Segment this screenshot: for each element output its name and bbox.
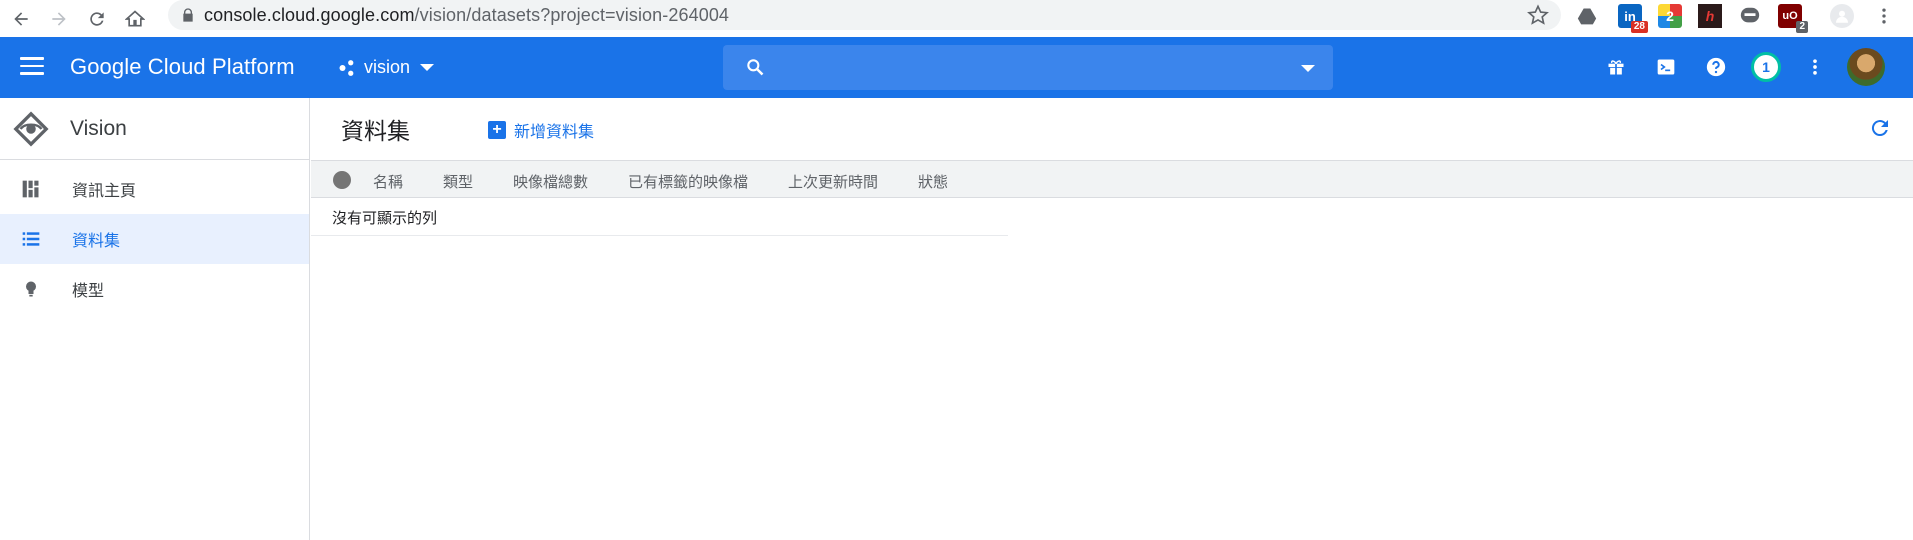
empty-table-message: 沒有可顯示的列 [311, 198, 1008, 236]
ublock-icon[interactable]: uO 2 [1778, 4, 1808, 33]
search-dropdown-icon[interactable] [1301, 65, 1315, 72]
linkedin-icon[interactable]: in 28 [1618, 4, 1648, 33]
column-header-status[interactable]: 狀態 [918, 171, 948, 192]
extension-h-icon[interactable]: h [1698, 4, 1722, 28]
project-selector[interactable]: vision [338, 57, 435, 78]
gift-icon[interactable] [1604, 55, 1628, 79]
list-icon [20, 228, 42, 250]
sidebar-item-label: 模型 [72, 283, 105, 300]
create-dataset-button[interactable]: + 新增資料集 [488, 118, 594, 142]
cloud-shell-icon[interactable] [1654, 55, 1678, 79]
browser-menu-icon[interactable] [1872, 4, 1896, 28]
sidebar-item-dashboard[interactable]: 資訊主頁 [0, 164, 309, 214]
more-vert-icon[interactable] [1803, 55, 1827, 79]
address-bar[interactable]: console.cloud.google.com/vision/datasets… [168, 0, 1561, 30]
back-icon[interactable] [4, 2, 38, 36]
platform-brand[interactable]: Google Cloud Platform [70, 54, 295, 80]
extension-2-icon[interactable]: 2 [1658, 4, 1682, 28]
column-header-type[interactable]: 類型 [443, 171, 473, 192]
gcp-header: Google Cloud Platform vision 1 [0, 37, 1913, 98]
sidebar-item-datasets[interactable]: 資料集 [0, 214, 309, 264]
main-content: 資料集 + 新增資料集 名稱 類型 映像檔總數 已有標籤的映像檔 上次更新時間 … [311, 98, 1913, 540]
add-box-icon: + [488, 121, 506, 139]
forward-icon[interactable] [42, 2, 76, 36]
page-header: 資料集 + 新增資料集 [311, 98, 1913, 160]
browser-toolbar: console.cloud.google.com/vision/datasets… [0, 0, 1913, 37]
sidebar-item-label: 資料集 [72, 233, 121, 250]
sidebar-item-models[interactable]: 模型 [0, 264, 309, 314]
refresh-icon[interactable] [1868, 116, 1892, 140]
project-name: vision [364, 57, 411, 77]
profile-icon[interactable] [1830, 4, 1854, 28]
column-header-labeled-images[interactable]: 已有標籤的映像檔 [628, 171, 748, 192]
vision-logo-icon [13, 110, 49, 147]
google-drive-icon[interactable] [1575, 4, 1599, 28]
url-text: console.cloud.google.com/vision/datasets… [204, 4, 730, 25]
dashboard-icon [20, 178, 42, 200]
bookmark-star-icon[interactable] [1527, 4, 1549, 26]
help-icon[interactable] [1704, 55, 1728, 79]
table-header: 名稱 類型 映像檔總數 已有標籤的映像檔 上次更新時間 狀態 [311, 160, 1913, 198]
line-icon[interactable] [1738, 4, 1762, 28]
sidebar-header: Vision [0, 98, 309, 160]
reload-icon[interactable] [80, 2, 114, 36]
account-avatar[interactable] [1847, 48, 1885, 86]
search-icon [747, 59, 764, 76]
create-dataset-label: 新增資料集 [514, 124, 595, 141]
product-title: Vision [70, 116, 127, 140]
select-all-checkbox[interactable] [333, 171, 351, 189]
column-header-name[interactable]: 名稱 [373, 171, 403, 192]
lightbulb-icon [20, 278, 42, 300]
sidebar-item-label: 資訊主頁 [72, 183, 137, 200]
column-header-last-updated[interactable]: 上次更新時間 [788, 171, 878, 192]
sidebar: Vision 資訊主頁 資料集 模型 [0, 98, 310, 540]
chevron-down-icon [420, 64, 435, 71]
search-bar[interactable] [723, 45, 1333, 90]
project-dots-icon [339, 59, 354, 76]
page-title: 資料集 [341, 118, 410, 144]
hamburger-menu-icon[interactable] [20, 57, 44, 77]
home-icon[interactable] [118, 2, 152, 36]
column-header-image-count[interactable]: 映像檔總數 [513, 171, 588, 192]
lock-icon [183, 8, 193, 22]
notifications-badge[interactable]: 1 [1751, 52, 1781, 82]
